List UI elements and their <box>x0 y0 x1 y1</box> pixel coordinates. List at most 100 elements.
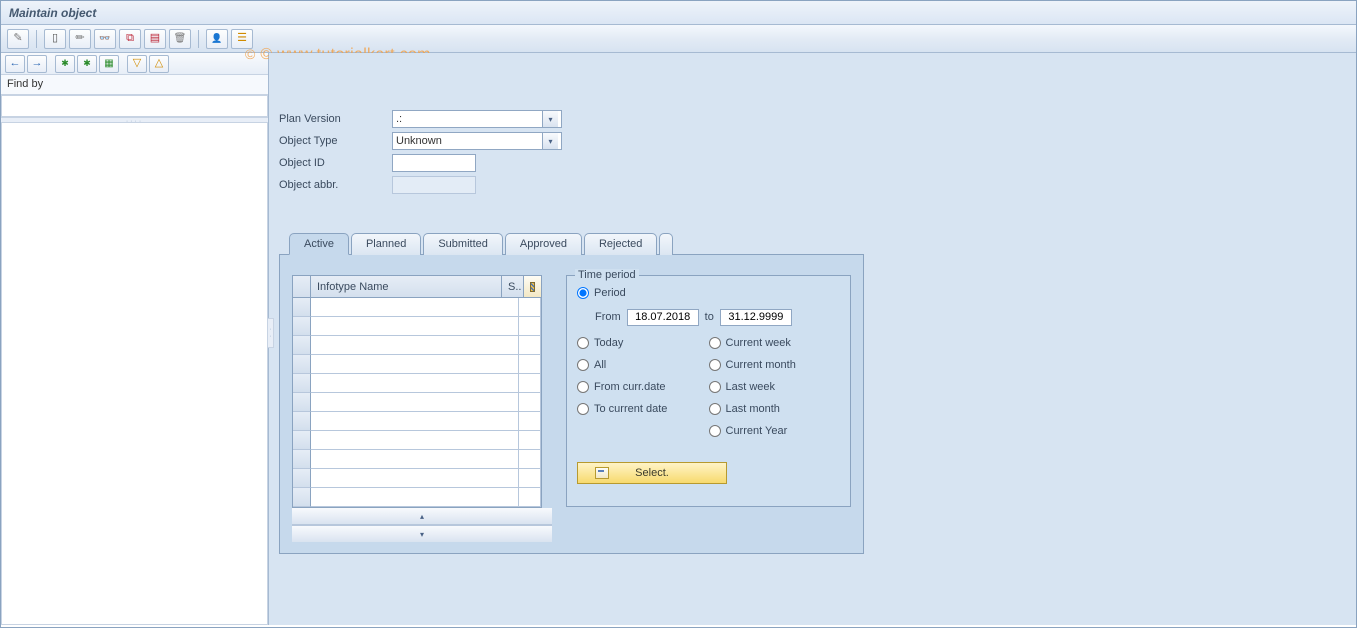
col-infotype-name[interactable]: Infotype Name <box>311 276 502 298</box>
cell-infotype-name[interactable] <box>311 355 519 374</box>
hierarchy-icon[interactable] <box>231 29 253 49</box>
cell-status[interactable] <box>519 450 541 469</box>
cell-status[interactable] <box>519 317 541 336</box>
radio-period[interactable] <box>577 287 589 299</box>
radio-curr-year[interactable] <box>709 425 721 437</box>
cell-infotype-name[interactable] <box>311 393 519 412</box>
radio-curr-month[interactable] <box>709 359 721 371</box>
cell-status[interactable] <box>519 431 541 450</box>
row-selector[interactable] <box>293 317 311 336</box>
cell-infotype-name[interactable] <box>311 469 519 488</box>
toolbar-separator <box>36 30 37 48</box>
cell-infotype-name[interactable] <box>311 298 519 317</box>
tab-active[interactable]: Active <box>289 233 349 255</box>
cell-infotype-name[interactable] <box>311 431 519 450</box>
tab-approved[interactable]: Approved <box>505 233 582 255</box>
cell-infotype-name[interactable] <box>311 488 519 507</box>
table-row[interactable] <box>293 374 541 393</box>
cell-infotype-name[interactable] <box>311 412 519 431</box>
row-selector[interactable] <box>293 431 311 450</box>
vertical-splitter[interactable]: ·· <box>268 318 274 348</box>
edit-icon[interactable] <box>69 29 91 49</box>
cell-status[interactable] <box>519 469 541 488</box>
cell-status[interactable] <box>519 374 541 393</box>
cell-infotype-name[interactable] <box>311 336 519 355</box>
cell-status[interactable] <box>519 393 541 412</box>
radio-curr-week[interactable] <box>709 337 721 349</box>
radio-from-curr[interactable] <box>577 381 589 393</box>
row-selector[interactable] <box>293 412 311 431</box>
table-row[interactable] <box>293 336 541 355</box>
favorite-icon[interactable] <box>55 55 75 73</box>
table-row[interactable] <box>293 317 541 336</box>
table-row[interactable] <box>293 488 541 507</box>
object-type-select[interactable]: Unknown ▾ <box>392 132 562 150</box>
create-icon[interactable] <box>44 29 66 49</box>
cell-status[interactable] <box>519 336 541 355</box>
radio-all[interactable] <box>577 359 589 371</box>
infotype-table[interactable]: Infotype Name S.. <box>292 275 542 508</box>
table-row[interactable] <box>293 412 541 431</box>
body-split: Find by ···· ·· Plan Version .: ▾ Object… <box>1 53 1356 625</box>
to-date-input[interactable] <box>720 309 792 326</box>
display-icon[interactable] <box>94 29 116 49</box>
select-button[interactable]: Select. <box>577 462 727 484</box>
cell-infotype-name[interactable] <box>311 374 519 393</box>
row-selector[interactable] <box>293 393 311 412</box>
table-row[interactable] <box>293 469 541 488</box>
nav-back-icon[interactable] <box>5 55 25 73</box>
table-scrollbar[interactable]: ▴ ▾ <box>292 508 552 542</box>
collapse-icon[interactable] <box>149 55 169 73</box>
radio-to-curr[interactable] <box>577 403 589 415</box>
navigation-toolbar <box>1 53 268 75</box>
tab-rejected[interactable]: Rejected <box>584 233 657 255</box>
row-selector[interactable] <box>293 336 311 355</box>
change-icon[interactable] <box>7 29 29 49</box>
table-row[interactable] <box>293 298 541 317</box>
radio-curr-year-label: Current Year <box>726 425 788 437</box>
row-selector[interactable] <box>293 488 311 507</box>
favorite2-icon[interactable] <box>77 55 97 73</box>
table-row[interactable] <box>293 355 541 374</box>
row-selector[interactable] <box>293 374 311 393</box>
cell-infotype-name[interactable] <box>311 450 519 469</box>
radio-last-month[interactable] <box>709 403 721 415</box>
row-selector[interactable] <box>293 450 311 469</box>
favorite-list-icon[interactable] <box>99 55 119 73</box>
plan-version-select[interactable]: .: ▾ <box>392 110 562 128</box>
plan-version-label: Plan Version <box>279 113 392 125</box>
window-title: Maintain object <box>9 6 96 20</box>
cell-infotype-name[interactable] <box>311 317 519 336</box>
object-id-input[interactable] <box>392 154 476 172</box>
tab-scroll-indicator[interactable] <box>659 233 673 255</box>
row-selector[interactable] <box>293 469 311 488</box>
tab-content: Infotype Name S.. ▴ ▾ <box>279 254 864 554</box>
hitlist-area[interactable] <box>1 123 268 625</box>
cell-status[interactable] <box>519 412 541 431</box>
delete-icon[interactable] <box>169 29 191 49</box>
person-icon[interactable] <box>206 29 228 49</box>
cell-status[interactable] <box>519 488 541 507</box>
scroll-down-icon[interactable]: ▾ <box>292 525 552 542</box>
copy-icon[interactable] <box>119 29 141 49</box>
cell-status[interactable] <box>519 298 541 317</box>
cell-status[interactable] <box>519 355 541 374</box>
delimit-icon[interactable] <box>144 29 166 49</box>
row-selector[interactable] <box>293 298 311 317</box>
from-date-input[interactable] <box>627 309 699 326</box>
expand-icon[interactable] <box>127 55 147 73</box>
radio-last-week[interactable] <box>709 381 721 393</box>
row-selector-header[interactable] <box>293 276 311 298</box>
row-selector[interactable] <box>293 355 311 374</box>
table-row[interactable] <box>293 431 541 450</box>
col-status[interactable]: S.. <box>502 276 524 298</box>
tab-planned[interactable]: Planned <box>351 233 421 255</box>
table-row[interactable] <box>293 393 541 412</box>
search-tree[interactable] <box>1 95 268 117</box>
table-row[interactable] <box>293 450 541 469</box>
radio-today[interactable] <box>577 337 589 349</box>
scroll-up-icon[interactable]: ▴ <box>292 508 552 525</box>
nav-forward-icon[interactable] <box>27 55 47 73</box>
table-config-button[interactable] <box>524 276 541 298</box>
tab-submitted[interactable]: Submitted <box>423 233 503 255</box>
